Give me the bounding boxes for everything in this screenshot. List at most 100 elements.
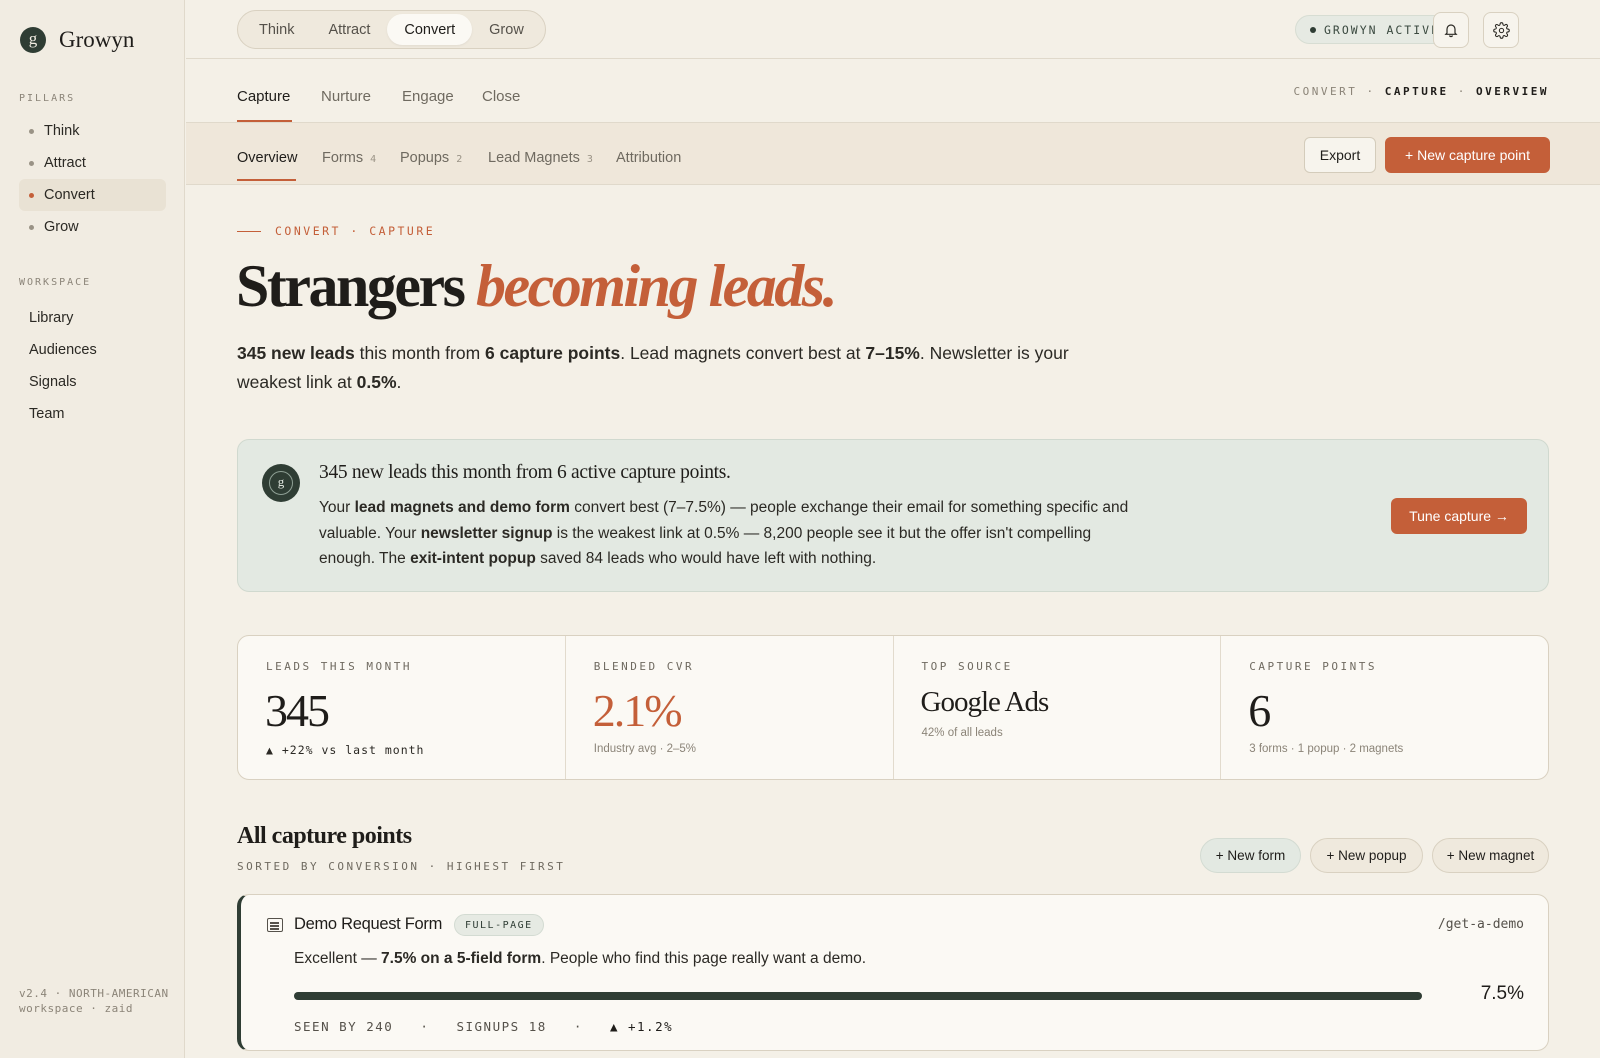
conversion-bar: [294, 992, 1422, 1000]
eyebrow: CONVERT · CAPTURE: [237, 224, 435, 238]
bullet-icon: [29, 192, 34, 198]
sidebar-item-library[interactable]: Library: [19, 302, 166, 334]
conversion-bar-fill: [294, 992, 1422, 1000]
stat-cvr: BLENDED CVR 2.1% Industry avg · 2–5%: [566, 636, 894, 779]
sidebar-item-convert[interactable]: Convert: [19, 179, 166, 211]
tab-nurture[interactable]: Nurture: [321, 88, 371, 105]
page-title: Strangers becoming leads.: [236, 252, 838, 321]
capture-point-name[interactable]: Demo Request Form: [294, 915, 442, 934]
lede-weak: 0.5%: [356, 372, 397, 392]
stat-label: BLENDED CVR: [593, 660, 695, 673]
stat-label: LEADS THIS MONTH: [266, 660, 412, 673]
pillar-tab-convert[interactable]: Convert: [387, 14, 473, 45]
sidebar-item-label: Convert: [44, 187, 95, 203]
stat-value: Google Ads: [920, 686, 1050, 718]
breadcrumb: CONVERT · CAPTURE · OVERVIEW: [1294, 85, 1549, 98]
capture-point-card[interactable]: Demo Request Form FULL-PAGE /get-a-demo …: [237, 894, 1549, 1051]
stat-value: 6: [1248, 685, 1271, 736]
insight-bold: newsletter signup: [420, 524, 553, 542]
version-footer: v2.4 · NORTH-AMERICAN workspace · zaid: [19, 986, 169, 1016]
breadcrumb-separator: ·: [1457, 85, 1477, 98]
pillars-section-label: PILLARS: [19, 93, 76, 104]
tune-capture-button[interactable]: Tune capture →: [1391, 498, 1527, 534]
sidebar-item-audiences[interactable]: Audiences: [19, 334, 166, 366]
tab-engage[interactable]: Engage: [402, 88, 454, 105]
capture-subnav: Overview Forms 4 Popups 2 Lead Magnets 3…: [186, 123, 1600, 185]
new-popup-button[interactable]: + New popup: [1310, 838, 1423, 873]
page-summary: 345 new leads this month from 6 capture …: [237, 339, 1077, 397]
sidebar: g Growyn PILLARS Think Attract Convert G…: [0, 0, 185, 1058]
metric-separator: ·: [393, 1019, 457, 1034]
tab-overview[interactable]: Overview: [237, 150, 297, 166]
new-magnet-button[interactable]: + New magnet: [1432, 838, 1549, 873]
trend-delta: ▲ +1.2%: [609, 1019, 674, 1034]
stats-row: LEADS THIS MONTH 345 ▲ +22% vs last mont…: [237, 635, 1549, 780]
sidebar-item-grow[interactable]: Grow: [19, 211, 166, 243]
lede-text: . Lead magnets convert best at: [620, 343, 866, 363]
tab-label: Overview: [237, 150, 298, 166]
tab-popups[interactable]: Popups 2: [400, 150, 462, 166]
sidebar-item-label: Grow: [44, 219, 79, 235]
sidebar-item-think[interactable]: Think: [19, 115, 166, 147]
new-form-button[interactable]: + New form: [1200, 838, 1301, 873]
stat-leads: LEADS THIS MONTH 345 ▲ +22% vs last mont…: [238, 636, 566, 779]
tab-capture[interactable]: Capture: [237, 88, 290, 105]
capture-point-description: Excellent — 7.5% on a 5-field form. Peop…: [294, 950, 866, 968]
sidebar-item-team[interactable]: Team: [19, 398, 166, 430]
settings-button[interactable]: [1483, 12, 1519, 48]
insight-bold: exit-intent popup: [410, 550, 536, 567]
desc-text: . People who find this page really want …: [541, 950, 867, 967]
active-tab-indicator: [237, 120, 292, 122]
tab-forms[interactable]: Forms 4: [322, 150, 376, 166]
stat-value: 345: [265, 685, 330, 736]
lede-text: .: [396, 372, 402, 392]
topbar: Think Attract Convert Grow GROWYN ACTIVE: [186, 0, 1600, 59]
tab-close[interactable]: Close: [482, 88, 520, 105]
pillar-tab-attract[interactable]: Attract: [311, 14, 387, 45]
brand-name: Growyn: [59, 27, 135, 52]
signup-count: SIGNUPS 18: [456, 1019, 547, 1034]
breadcrumb-item[interactable]: CAPTURE: [1385, 85, 1449, 98]
capture-point-metrics: SEEN BY 240 · SIGNUPS 18 · ▲ +1.2%: [294, 1019, 673, 1034]
sidebar-item-attract[interactable]: Attract: [19, 147, 166, 179]
sort-indicator: SORTED BY CONVERSION · HIGHEST FIRST: [237, 860, 566, 873]
brand-logo[interactable]: g Growyn: [20, 27, 134, 53]
new-capture-point-button[interactable]: + New capture point: [1385, 137, 1550, 173]
insight-title: 345 new leads this month from 6 active c…: [319, 462, 731, 483]
pillar-tab-grow[interactable]: Grow: [472, 14, 541, 45]
insight-bold: lead magnets and demo form: [354, 499, 570, 516]
eyebrow-rule: [237, 230, 261, 232]
tab-label: Lead Magnets: [488, 150, 580, 166]
sidebar-item-signals[interactable]: Signals: [19, 366, 166, 398]
sidebar-item-label: Attract: [44, 155, 86, 171]
seen-count: SEEN BY 240: [294, 1019, 394, 1034]
stat-label: TOP SOURCE: [921, 660, 1013, 673]
desc-text: Excellent —: [294, 950, 382, 967]
capture-point-path[interactable]: /get-a-demo: [1438, 917, 1524, 932]
lede-range: 7–15%: [865, 343, 920, 363]
conversion-rate: 7.5%: [1480, 983, 1524, 1004]
pillar-tab-think[interactable]: Think: [242, 14, 311, 45]
insight-text: Your: [319, 499, 355, 516]
workspace-section-label: WORKSPACE: [19, 277, 92, 288]
lede-text: this month from: [354, 343, 486, 363]
lede-points: 6 capture points: [485, 343, 621, 363]
notifications-button[interactable]: [1433, 12, 1469, 48]
headline-italic: becoming leads.: [475, 253, 838, 319]
sidebar-item-label: Think: [44, 123, 80, 139]
tab-lead-magnets[interactable]: Lead Magnets 3: [488, 150, 593, 166]
stat-top-source: TOP SOURCE Google Ads 42% of all leads: [894, 636, 1222, 779]
form-icon: [267, 918, 283, 932]
status-badge: GROWYN ACTIVE: [1295, 15, 1456, 44]
growyn-avatar: g: [262, 464, 300, 502]
tab-attribution[interactable]: Attribution: [616, 150, 681, 166]
metric-separator: ·: [546, 1019, 610, 1034]
stat-trend: ▲ +22% vs last month: [266, 743, 425, 757]
stat-note: 3 forms · 1 popup · 2 magnets: [1249, 743, 1404, 755]
status-dot-icon: [1310, 26, 1316, 33]
breadcrumb-item[interactable]: CONVERT: [1294, 85, 1358, 98]
export-button[interactable]: Export: [1304, 137, 1376, 173]
stat-capture-points: CAPTURE POINTS 6 3 forms · 1 popup · 2 m…: [1221, 636, 1548, 779]
type-badge: FULL-PAGE: [454, 914, 544, 936]
workspace-line: workspace · zaid: [19, 1002, 133, 1015]
